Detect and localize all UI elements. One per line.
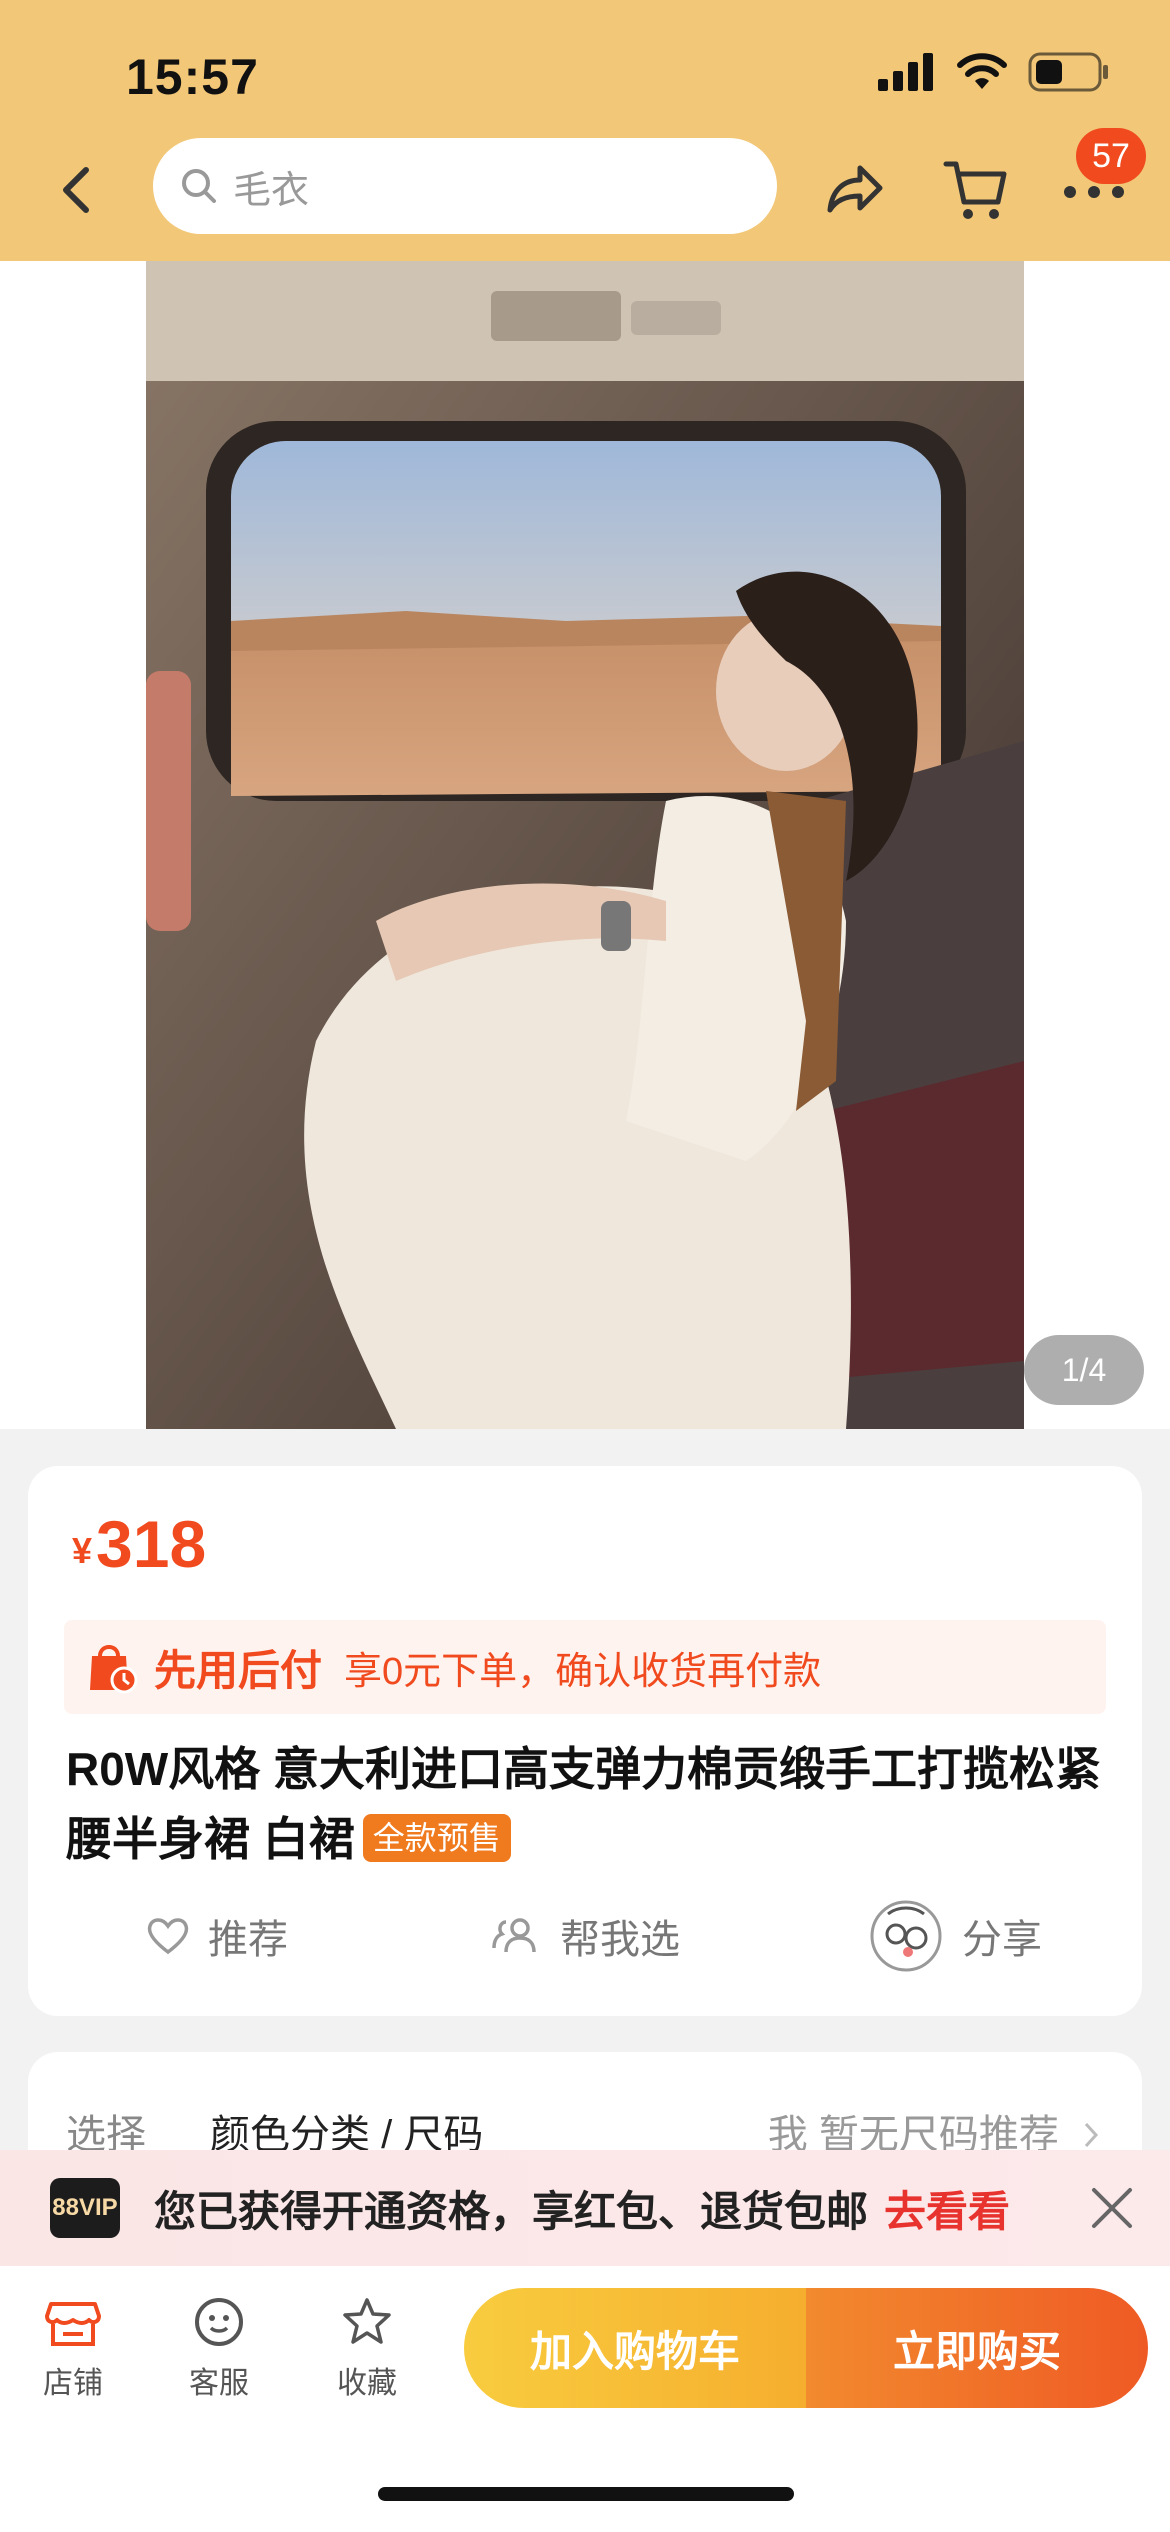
shopping-bag-icon	[90, 1645, 138, 1694]
cart-icon[interactable]	[942, 158, 1008, 222]
product-info-card: ¥318 先用后付 享0元下单，确认收货再付款 R0W风格 意大利进口高支弹力棉…	[28, 1466, 1142, 2016]
favorite-tab[interactable]: 收藏	[312, 2296, 422, 2402]
buy-now-button[interactable]: 立即购买	[806, 2288, 1148, 2408]
status-icons	[878, 52, 1110, 92]
help-choose-label: 帮我选	[560, 1918, 680, 1962]
status-time: 15:57	[126, 49, 259, 105]
header: 15:57 毛衣 57	[0, 0, 1170, 261]
star-icon	[343, 2298, 391, 2344]
vip-logo: 88VIP	[50, 2178, 120, 2238]
heart-icon	[147, 1918, 189, 1955]
wifi-icon	[957, 53, 1007, 89]
close-icon[interactable]	[1090, 2186, 1134, 2230]
share-icon[interactable]	[822, 160, 886, 220]
pay-later-title: 先用后付	[154, 1646, 323, 1694]
presale-badge: 全款预售	[362, 1814, 511, 1862]
vip-banner[interactable]: 88VIP 您已获得开通资格，享红包、退货包邮 去看看	[0, 2150, 1170, 2266]
product-title: R0W风格 意大利进口高支弹力棉贡缎手工打揽松紧腰半身裙 白裙 全款预售	[66, 1734, 1106, 1874]
recommend-label: 推荐	[208, 1918, 288, 1962]
share-button[interactable]: 分享	[868, 1896, 1042, 1976]
price-currency: ¥	[72, 1530, 93, 1571]
back-icon[interactable]	[52, 160, 102, 220]
favorite-label: 收藏	[337, 2367, 397, 2400]
add-to-cart-button[interactable]: 加入购物车	[464, 2288, 806, 2408]
product-page: 15:57 毛衣 57 1/4 ¥318 先用后付 享0元下单，确认收货再付款 …	[0, 0, 1170, 2532]
share-label: 分享	[962, 1918, 1042, 1962]
vip-text: 您已获得开通资格，享红包、退货包邮	[154, 2187, 869, 2235]
product-actions: 推荐 帮我选 分享	[28, 1896, 1142, 1976]
price: ¥318	[72, 1506, 206, 1582]
pay-later-banner[interactable]: 先用后付 享0元下单，确认收货再付款	[64, 1620, 1106, 1714]
product-gallery[interactable]: 1/4	[0, 261, 1170, 1429]
service-tab[interactable]: 客服	[164, 2296, 274, 2402]
home-indicator	[378, 2487, 794, 2501]
shop-tab[interactable]: 店铺	[18, 2296, 128, 2402]
search-placeholder: 毛衣	[233, 169, 310, 212]
customer-service-icon	[195, 2298, 243, 2346]
help-choose-button[interactable]: 帮我选	[490, 1896, 680, 1976]
gallery-page-indicator: 1/4	[1024, 1335, 1144, 1405]
people-icon	[492, 1918, 536, 1953]
product-photo[interactable]	[146, 261, 1024, 1429]
search-input[interactable]: 毛衣	[153, 138, 777, 234]
signal-icon	[878, 53, 933, 91]
chevron-right-icon	[1084, 2122, 1099, 2148]
search-icon	[182, 169, 216, 203]
shop-label: 店铺	[43, 2367, 103, 2400]
share-avatar-icon	[870, 1900, 942, 1972]
cart-count-badge: 57	[1076, 128, 1146, 184]
product-title-text: R0W风格 意大利进口高支弹力棉贡缎手工打揽松紧腰半身裙 白裙	[66, 1743, 1101, 1865]
pay-later-description: 享0元下单，确认收货再付款	[344, 1650, 822, 1693]
vip-link[interactable]: 去看看	[884, 2178, 1010, 2239]
shop-icon	[45, 2302, 101, 2346]
price-value: 318	[96, 1507, 207, 1581]
battery-icon	[1028, 52, 1108, 92]
recommend-button[interactable]: 推荐	[146, 1896, 288, 1976]
service-label: 客服	[189, 2367, 249, 2400]
